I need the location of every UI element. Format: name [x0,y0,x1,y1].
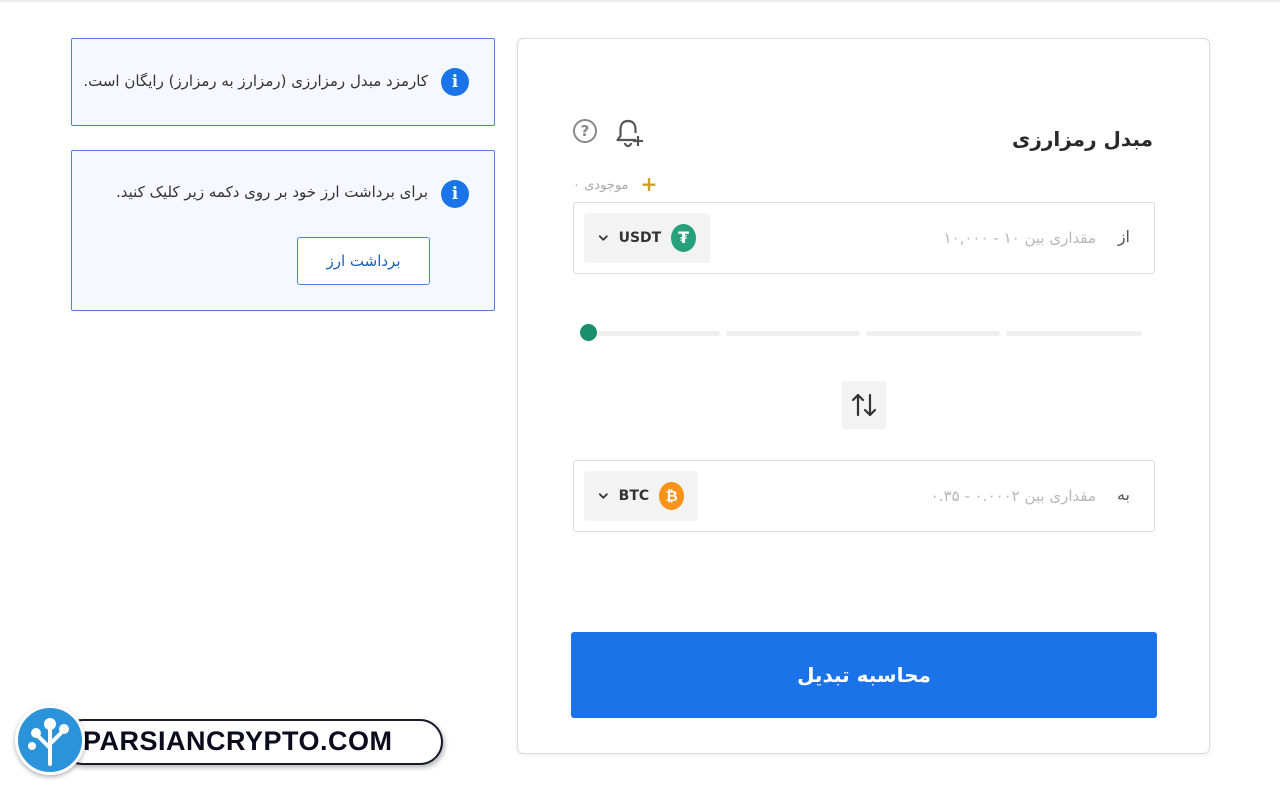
crypto-converter-card: مبدل رمزارزی ? + موجودی ۰ از USDT ₮ [517,38,1210,754]
withdraw-notice-text: برای برداشت ارز خود بر روی دکمه زیر کلیک… [115,183,428,201]
slider-track-segment [1006,331,1142,336]
slider-thumb[interactable] [580,324,597,341]
balance-label: موجودی [584,178,629,193]
slider-track-segment [866,331,1000,336]
to-amount-input[interactable] [796,479,1096,513]
to-label: به [1116,485,1130,504]
converter-title: مبدل رمزارزی [1012,127,1153,151]
withdraw-notice: i برای برداشت ارز خود بر روی دکمه زیر کل… [71,150,495,311]
amount-slider[interactable] [580,323,1144,343]
calculate-conversion-button[interactable]: محاسبه تبدیل [571,632,1157,718]
fee-notice-text: کارمزد مبدل رمزارزی (رمزارز به رمزارز) ر… [83,72,428,90]
balance-value: ۰ [573,178,580,193]
from-coin-select[interactable]: USDT ₮ [584,213,710,263]
balance-row: + موجودی ۰ [573,172,657,196]
usdt-icon: ₮ [671,224,696,252]
to-amount-field: به BTC ₿ [573,460,1155,532]
chevron-down-icon [598,493,608,499]
swap-button[interactable] [842,381,886,429]
from-amount-input[interactable] [796,221,1096,255]
swap-arrows-icon [851,393,877,417]
info-icon: i [441,68,469,96]
logo-tree-icon [28,718,69,766]
slider-track-segment [726,331,860,336]
to-coin-code: BTC [618,488,650,504]
help-icon[interactable]: ? [573,119,597,143]
withdraw-button[interactable]: برداشت ارز [297,237,430,285]
chevron-down-icon [598,235,608,241]
info-icon: i [441,180,469,208]
add-balance-icon[interactable]: + [641,172,658,196]
top-divider [0,0,1280,2]
fee-notice: i کارمزد مبدل رمزارزی (رمزارز به رمزارز)… [71,38,495,126]
bell-add-icon[interactable] [614,117,644,149]
watermark-text: PARSIANCRYPTO.COM [83,726,393,756]
btc-icon: ₿ [659,482,684,510]
from-label: از [1117,227,1130,246]
site-watermark: PARSIANCRYPTO.COM [15,705,443,777]
parsiancrypto-logo [15,705,85,775]
to-coin-select[interactable]: BTC ₿ [584,471,698,521]
from-amount-field: از USDT ₮ [573,202,1155,274]
slider-track-segment [590,331,720,336]
from-coin-code: USDT [618,230,662,246]
